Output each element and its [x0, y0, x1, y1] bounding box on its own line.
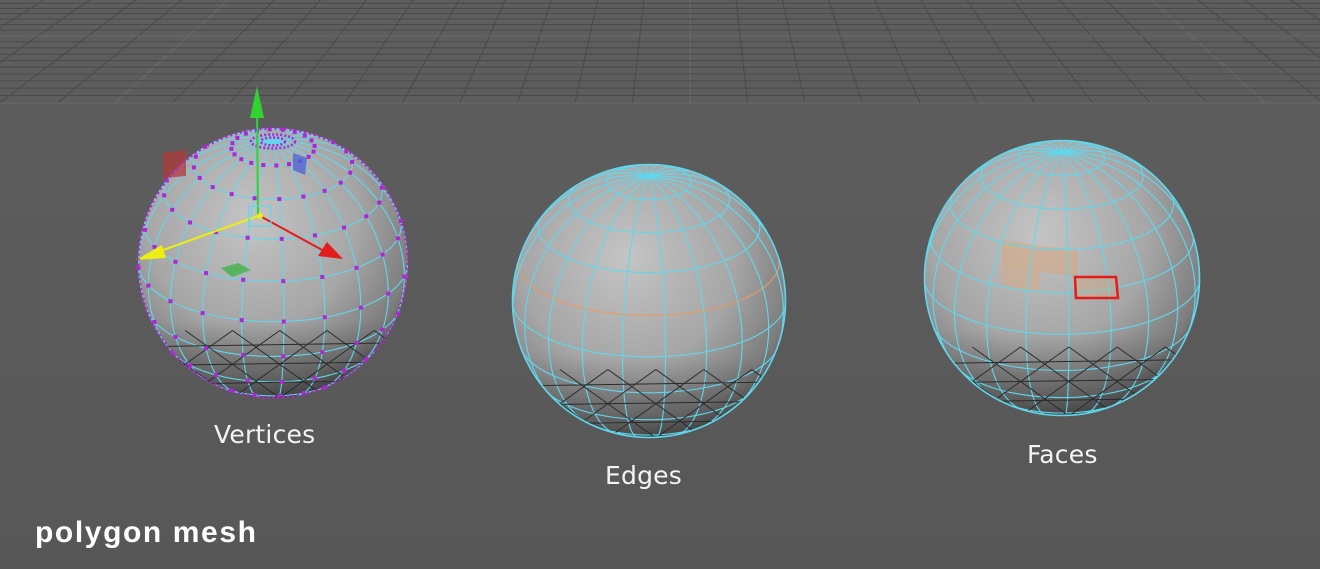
vertex-point[interactable] — [309, 138, 314, 143]
vertex-point[interactable] — [380, 327, 385, 332]
vertex-point[interactable] — [261, 163, 266, 168]
vertex-point[interactable] — [354, 265, 359, 270]
vertex-point[interactable] — [162, 193, 167, 198]
vertex-point[interactable] — [311, 149, 316, 154]
caption: polygon mesh — [35, 516, 258, 549]
vertex-point[interactable] — [338, 180, 343, 185]
vertex-point[interactable] — [354, 340, 359, 345]
vertex-point[interactable] — [281, 354, 286, 359]
sphere-edges[interactable] — [505, 163, 992, 445]
vertex-point[interactable] — [377, 200, 382, 205]
vertex-point[interactable] — [146, 283, 151, 288]
vertex-point[interactable] — [380, 252, 385, 257]
vertex-point[interactable] — [312, 143, 317, 148]
vertex-point[interactable] — [210, 185, 215, 190]
vertex-point[interactable] — [188, 220, 193, 225]
vertex-point[interactable] — [239, 157, 244, 162]
vertex-point[interactable] — [302, 133, 307, 138]
vertex-point[interactable] — [229, 146, 234, 151]
vertex-point[interactable] — [173, 259, 178, 264]
vertex-point[interactable] — [395, 236, 400, 241]
vertex-point[interactable] — [279, 236, 284, 241]
ground-grid — [0, 0, 1320, 104]
vertex-point[interactable] — [274, 163, 279, 168]
vertex-point[interactable] — [312, 376, 317, 381]
vertex-point[interactable] — [197, 175, 202, 180]
vertex-point[interactable] — [214, 372, 219, 377]
selected-face[interactable] — [1073, 275, 1120, 300]
vertex-point[interactable] — [277, 197, 282, 202]
vertex-point[interactable] — [312, 233, 317, 238]
vertex-point[interactable] — [287, 162, 292, 167]
edges-label: Edges — [605, 461, 682, 490]
vertex-point[interactable] — [191, 165, 196, 170]
vertex-point[interactable] — [350, 159, 355, 164]
sphere-faces[interactable] — [918, 139, 1320, 420]
vertex-point[interactable] — [241, 277, 246, 282]
vertex-point[interactable] — [232, 152, 237, 157]
vertex-point[interactable] — [239, 318, 244, 323]
vertex-point[interactable] — [245, 378, 250, 383]
vertices-label: Vertices — [214, 420, 316, 449]
vertex-point[interactable] — [306, 154, 311, 159]
vertex-point[interactable] — [322, 188, 327, 193]
faces-label: Faces — [1027, 440, 1098, 469]
vertex-point[interactable] — [173, 334, 178, 339]
vertex-point[interactable] — [279, 379, 284, 384]
vertex-point[interactable] — [235, 135, 240, 140]
vertex-point[interactable] — [342, 368, 347, 373]
3d-viewport[interactable]: Vertices Edges Faces polygon mesh — [0, 0, 1320, 569]
vertex-point[interactable] — [200, 311, 205, 316]
vertex-point[interactable] — [281, 319, 286, 324]
vertex-point[interactable] — [252, 196, 257, 201]
vertex-point[interactable] — [379, 185, 384, 190]
vertex-point[interactable] — [249, 160, 254, 165]
vertex-point[interactable] — [241, 352, 246, 357]
vertex-point[interactable] — [348, 170, 353, 175]
vertex-point[interactable] — [245, 235, 250, 240]
vertex-point[interactable] — [281, 279, 286, 284]
vertex-point[interactable] — [364, 214, 369, 219]
vertex-point[interactable] — [204, 271, 209, 276]
vertex-point[interactable] — [230, 141, 235, 146]
vertex-point[interactable] — [168, 299, 173, 304]
vertex-point[interactable] — [193, 154, 198, 159]
vertex-point[interactable] — [358, 305, 363, 310]
vertex-point[interactable] — [170, 207, 175, 212]
vertex-point[interactable] — [322, 315, 327, 320]
face-highlight[interactable] — [1040, 246, 1078, 276]
vertex-point[interactable] — [342, 225, 347, 230]
vertex-point[interactable] — [204, 346, 209, 351]
vertex-point[interactable] — [188, 363, 193, 368]
vertex-point[interactable] — [229, 192, 234, 197]
vertex-point[interactable] — [301, 194, 306, 199]
vertex-point[interactable] — [152, 244, 157, 249]
vertex-point[interactable] — [320, 350, 325, 355]
vertex-point[interactable] — [320, 274, 325, 279]
vertex-point[interactable] — [386, 291, 391, 296]
